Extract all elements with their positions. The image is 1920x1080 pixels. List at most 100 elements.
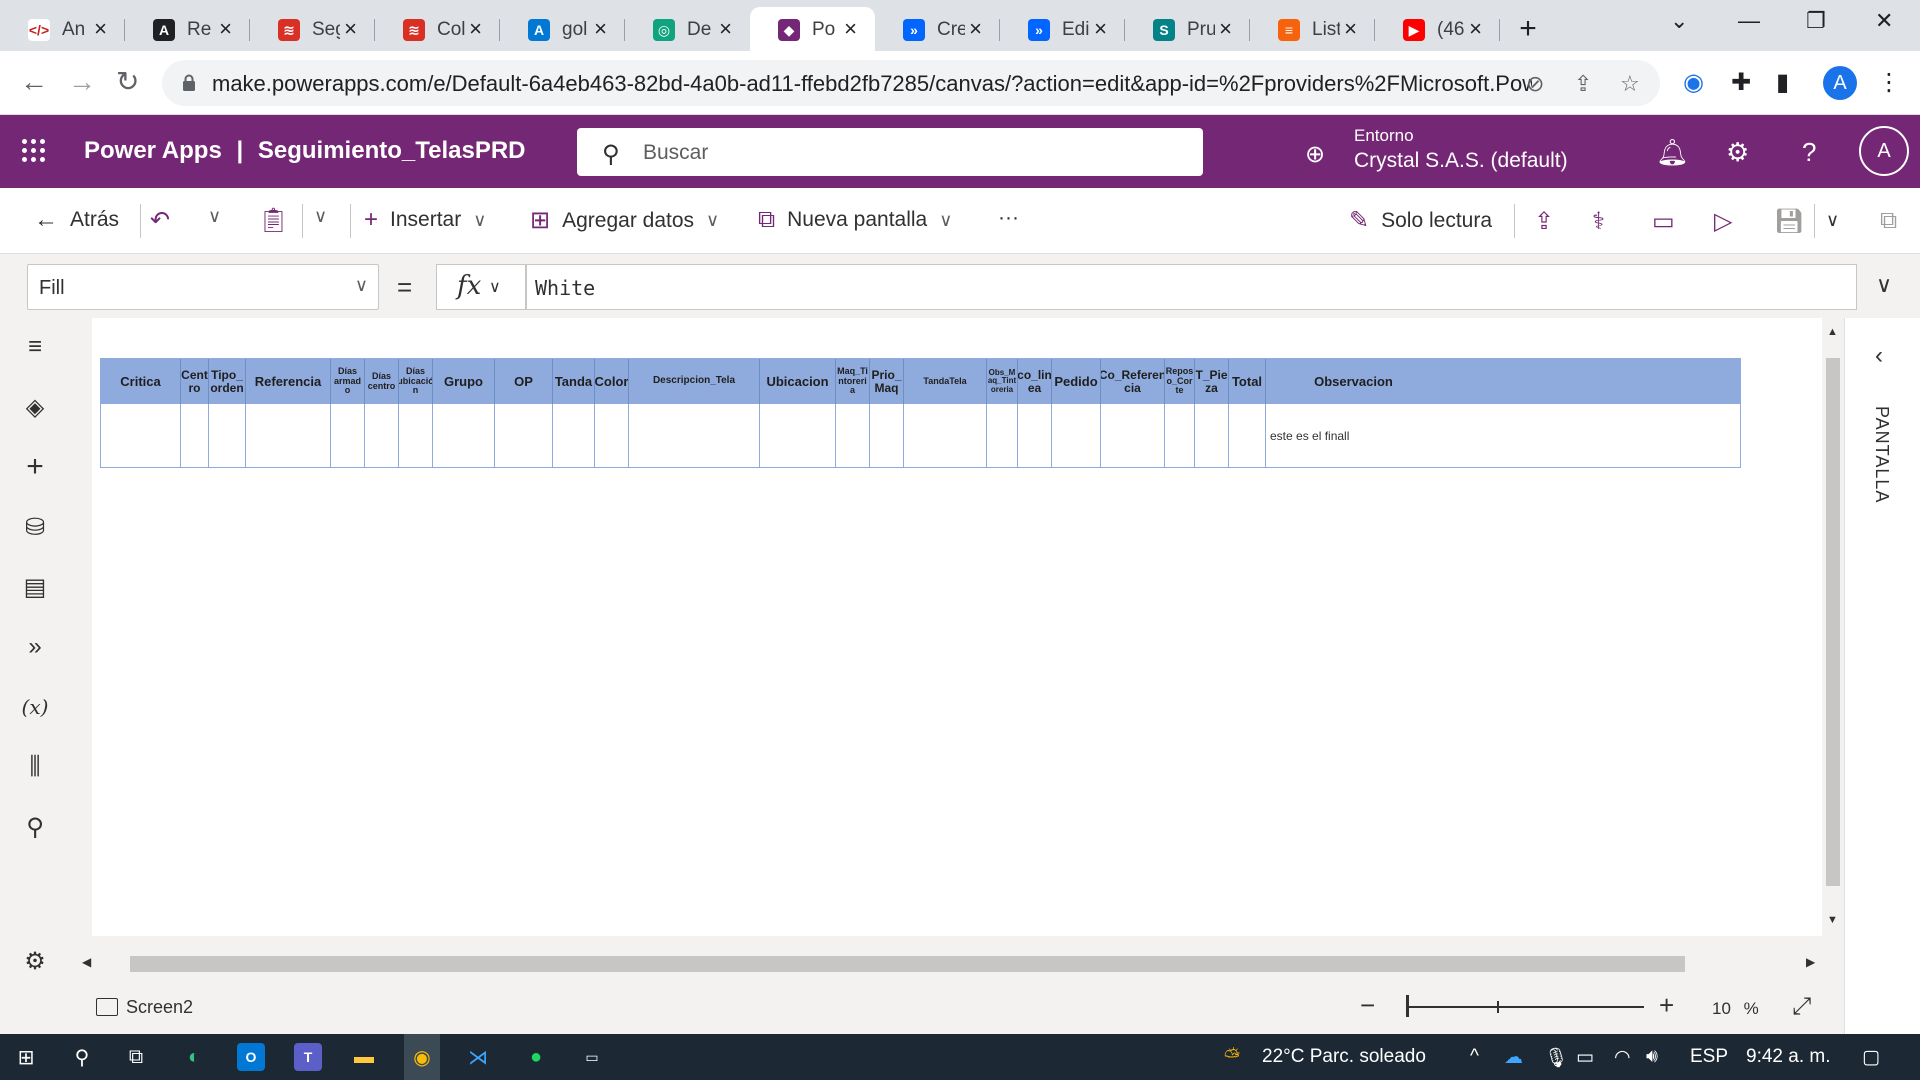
media-icon[interactable]: ▤ — [18, 570, 52, 604]
back-button[interactable]: ← Atrás — [34, 206, 119, 234]
project-name[interactable]: Seguimiento_TelasPRD — [258, 137, 526, 164]
table-cell[interactable] — [1018, 404, 1052, 467]
scroll-left-icon[interactable]: ◀ — [82, 955, 91, 969]
browser-menu-icon[interactable]: ⋮ — [1877, 68, 1901, 97]
table-cell[interactable] — [365, 404, 399, 467]
clock-time[interactable]: 9:42 a. m. — [1746, 1046, 1831, 1068]
search-icon[interactable]: ⚲ — [18, 810, 52, 844]
scroll-thumb[interactable] — [130, 956, 1685, 972]
restore-icon[interactable]: ❐ — [1806, 8, 1826, 34]
scroll-up-icon[interactable]: ▲ — [1827, 326, 1838, 338]
tree-view-layers-icon[interactable]: ◈ — [18, 390, 52, 424]
table-cell[interactable] — [629, 404, 760, 467]
horizontal-scrollbar[interactable]: ◀ ▶ — [72, 952, 1822, 974]
screen-selector[interactable]: Screen2 — [126, 997, 193, 1018]
table-cell[interactable] — [1165, 404, 1195, 467]
spotify-icon[interactable]: ● — [522, 1043, 550, 1071]
comments-icon[interactable]: ▭ — [1652, 207, 1675, 236]
save-dropdown-chevron-icon[interactable]: ∨ — [1826, 210, 1839, 231]
app-launcher-icon[interactable] — [22, 139, 46, 163]
environment-name[interactable]: Crystal S.A.S. (default) — [1354, 149, 1568, 173]
wifi-icon[interactable]: ◠ — [1614, 1046, 1631, 1069]
browser-tab[interactable]: » Edi × — [1000, 7, 1125, 51]
undo-dropdown[interactable]: ∨ — [208, 206, 221, 227]
outlook-icon[interactable]: O — [237, 1043, 265, 1071]
table-cell[interactable] — [101, 404, 181, 467]
close-tab-icon[interactable]: × — [1469, 16, 1482, 42]
close-tab-icon[interactable]: × — [94, 16, 107, 42]
microphone-icon[interactable]: 🎙︎ — [1544, 1046, 1568, 1070]
paste-button[interactable]: 📋︎ — [258, 206, 288, 235]
browser-tab[interactable]: ≋ Col × — [375, 7, 500, 51]
table-row[interactable]: este es el finall — [101, 404, 1740, 467]
table-cell[interactable] — [904, 404, 987, 467]
new-tab-button[interactable]: + — [1506, 7, 1550, 51]
preview-play-icon[interactable]: ▷ — [1714, 207, 1732, 236]
task-view-icon[interactable]: ⧉ — [122, 1043, 150, 1071]
search-icon[interactable]: ⚲ — [68, 1043, 96, 1071]
close-tab-icon[interactable]: × — [1094, 16, 1107, 42]
close-tab-icon[interactable]: × — [219, 16, 232, 42]
browser-tab[interactable]: </> An × — [0, 7, 125, 51]
sidepanel-icon[interactable]: ▮ — [1776, 68, 1789, 97]
scroll-down-icon[interactable]: ▼ — [1827, 914, 1838, 926]
table-cell[interactable] — [399, 404, 433, 467]
table-cell[interactable] — [1195, 404, 1229, 467]
panel-label[interactable]: PANTALLA — [1871, 406, 1892, 503]
vscode-icon[interactable]: ⋊ — [464, 1043, 492, 1071]
browser-tab[interactable]: S Pru × — [1125, 7, 1250, 51]
app-checker-stethoscope-icon[interactable]: ⚕ — [1592, 207, 1605, 236]
close-tab-icon[interactable]: × — [969, 16, 982, 42]
table-cell[interactable] — [553, 404, 595, 467]
table-cell[interactable] — [870, 404, 904, 467]
close-tab-icon[interactable]: × — [1344, 16, 1357, 42]
extension-icon[interactable]: ◉ — [1683, 68, 1704, 97]
zoom-out-icon[interactable]: − — [1360, 990, 1375, 1021]
close-tab-icon[interactable]: × — [719, 16, 732, 42]
save-icon[interactable]: 💾︎ — [1774, 207, 1804, 236]
show-hidden-icons-chevron-icon[interactable]: ^ — [1470, 1046, 1479, 1068]
chrome-icon[interactable]: ◉ — [408, 1043, 436, 1071]
weather-text[interactable]: 22°C Parc. soleado — [1262, 1046, 1426, 1068]
close-window-icon[interactable]: ✕ — [1875, 8, 1893, 34]
data-table[interactable]: Critica Cent ro Tipo_ orden Referencia Días … — [100, 358, 1741, 468]
table-cell[interactable] — [1101, 404, 1165, 467]
close-tab-icon[interactable]: × — [469, 16, 482, 42]
browser-tab[interactable]: A Re × — [125, 7, 250, 51]
add-data-button[interactable]: ⊞ Agregar datos ∨ — [530, 206, 719, 235]
minimize-icon[interactable]: — — [1738, 8, 1760, 34]
advanced-tools-icon[interactable]: ⫼ — [18, 750, 52, 784]
browser-tab[interactable]: » Cre × — [875, 7, 1000, 51]
table-cell[interactable]: este es el finall — [1266, 404, 1441, 467]
insert-plus-icon[interactable]: + — [18, 450, 52, 484]
browser-tab[interactable]: ◆ Po × — [750, 7, 875, 51]
address-bar[interactable]: make.powerapps.com/e/Default-6a4eb463-82… — [162, 60, 1660, 106]
table-cell[interactable] — [595, 404, 629, 467]
edge-icon[interactable]: ◐ — [180, 1043, 208, 1071]
insert-button[interactable]: + Insertar ∨ — [364, 206, 486, 234]
reload-icon[interactable]: ↻ — [116, 67, 139, 97]
hamburger-menu-icon[interactable]: ≡ — [18, 330, 52, 364]
table-cell[interactable] — [1052, 404, 1101, 467]
help-icon[interactable]: ? — [1802, 137, 1816, 168]
scroll-right-icon[interactable]: ▶ — [1806, 955, 1815, 969]
settings-gear-icon[interactable]: ⚙ — [18, 944, 52, 978]
function-button[interactable]: fx ∨ — [436, 264, 526, 310]
undo-button[interactable]: ↶ — [150, 206, 170, 235]
share-icon[interactable]: ⇪ — [1574, 71, 1592, 97]
table-cell[interactable] — [495, 404, 553, 467]
new-screen-button[interactable]: ⧉ Nueva pantalla ∨ — [758, 206, 952, 234]
chevron-left-icon[interactable]: ‹ — [1875, 342, 1883, 370]
table-cell[interactable] — [209, 404, 246, 467]
table-cell[interactable] — [836, 404, 870, 467]
zoom-slider-thumb[interactable] — [1406, 995, 1409, 1017]
table-cell[interactable] — [433, 404, 495, 467]
share-icon[interactable]: ⇪ — [1534, 207, 1554, 236]
table-cell[interactable] — [760, 404, 836, 467]
puzzle-extensions-icon[interactable]: ✚ — [1731, 68, 1751, 97]
notifications-icon[interactable]: ▢ — [1862, 1046, 1880, 1069]
table-cell[interactable] — [987, 404, 1018, 467]
tab-search-icon[interactable]: ⌄ — [1670, 8, 1688, 34]
settings-gear-icon[interactable]: ⚙ — [1726, 137, 1749, 168]
windows-start-icon[interactable]: ⊞ — [12, 1043, 40, 1071]
